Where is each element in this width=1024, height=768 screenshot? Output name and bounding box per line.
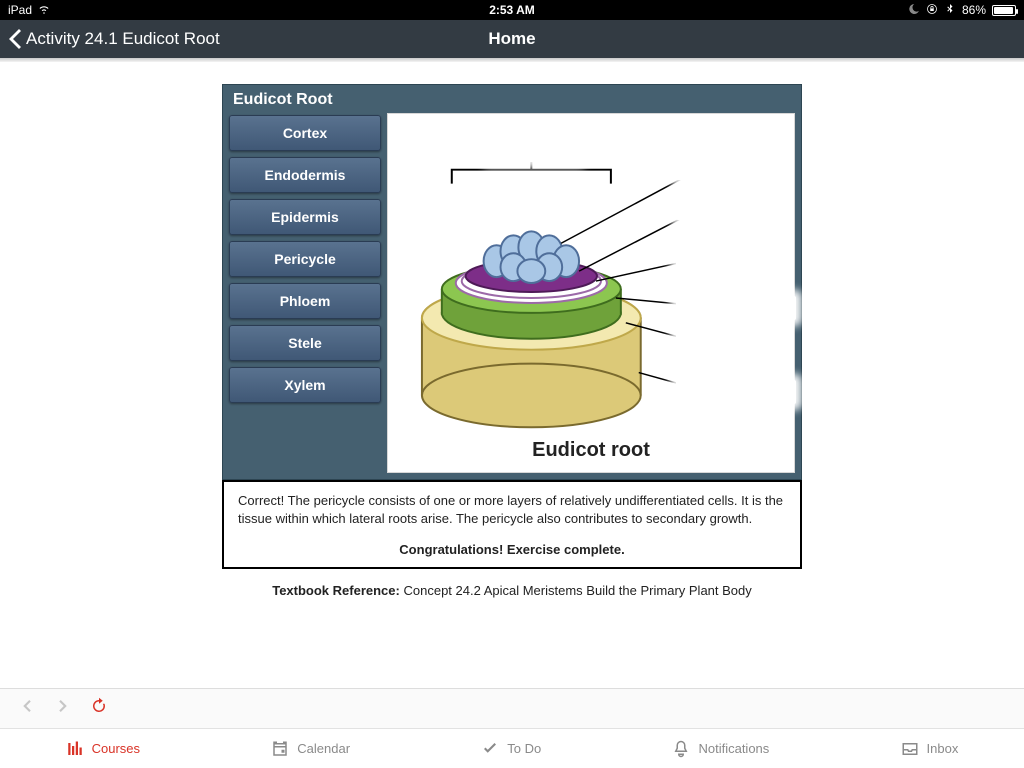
diagram-panel: Eudicot root xyxy=(387,113,795,473)
tab-inbox-label: Inbox xyxy=(927,741,959,756)
courses-icon xyxy=(66,740,84,758)
term-pericycle[interactable]: Pericycle xyxy=(229,241,381,277)
browser-forward-button[interactable] xyxy=(54,697,72,720)
drop-target-stele[interactable] xyxy=(488,138,580,162)
feedback-box: Correct! The pericycle consists of one o… xyxy=(222,480,802,569)
browser-reload-button[interactable] xyxy=(90,697,108,720)
tab-todo[interactable]: To Do xyxy=(481,740,541,758)
term-epidermis[interactable]: Epidermis xyxy=(229,199,381,235)
term-phloem[interactable]: Phloem xyxy=(229,283,381,319)
chevron-right-icon xyxy=(54,697,72,715)
chevron-left-icon xyxy=(18,697,36,715)
inbox-icon xyxy=(901,740,919,758)
reference-text: Concept 24.2 Apical Meristems Build the … xyxy=(403,583,751,598)
tab-bar: Courses Calendar To Do Notifications Inb… xyxy=(0,728,1024,768)
drop-target-epidermis[interactable] xyxy=(676,380,796,404)
battery-icon xyxy=(992,5,1016,16)
wifi-icon xyxy=(38,3,50,18)
tab-inbox[interactable]: Inbox xyxy=(901,740,959,758)
drop-target-pericycle[interactable] xyxy=(676,246,768,270)
device-label: iPad xyxy=(8,3,32,17)
tab-todo-label: To Do xyxy=(507,741,541,756)
activity-card: Eudicot Root Cortex Endodermis Epidermis… xyxy=(222,84,802,480)
chevron-left-icon xyxy=(8,29,22,49)
card-title: Eudicot Root xyxy=(223,85,801,113)
content-area: Eudicot Root Cortex Endodermis Epidermis… xyxy=(0,62,1024,688)
tab-courses[interactable]: Courses xyxy=(66,740,140,758)
drop-target-xylem[interactable] xyxy=(676,156,768,180)
back-button[interactable]: Activity 24.1 Eudicot Root xyxy=(0,29,220,49)
nav-bar: Activity 24.1 Eudicot Root Home xyxy=(0,20,1024,58)
battery-percent: 86% xyxy=(962,3,986,17)
bluetooth-icon xyxy=(944,3,956,18)
clock: 2:53 AM xyxy=(489,3,535,17)
feedback-congrats: Congratulations! Exercise complete. xyxy=(238,541,786,559)
browser-toolbar xyxy=(0,688,1024,728)
reference-label: Textbook Reference: xyxy=(272,583,400,598)
drop-target-phloem[interactable] xyxy=(676,196,768,220)
term-cortex[interactable]: Cortex xyxy=(229,115,381,151)
term-endodermis[interactable]: Endodermis xyxy=(229,157,381,193)
tab-notifications[interactable]: Notifications xyxy=(672,740,769,758)
do-not-disturb-icon xyxy=(908,3,920,18)
bell-icon xyxy=(672,740,690,758)
check-icon xyxy=(481,740,499,758)
term-stele[interactable]: Stele xyxy=(229,325,381,361)
calendar-icon xyxy=(271,740,289,758)
drop-target-endodermis[interactable] xyxy=(676,296,796,320)
status-bar: iPad 2:53 AM 86% xyxy=(0,0,1024,20)
tab-calendar[interactable]: Calendar xyxy=(271,740,350,758)
tab-calendar-label: Calendar xyxy=(297,741,350,756)
tab-notifications-label: Notifications xyxy=(698,741,769,756)
feedback-text: Correct! The pericycle consists of one o… xyxy=(238,492,786,527)
tab-courses-label: Courses xyxy=(92,741,140,756)
drop-target-cortex[interactable] xyxy=(676,332,768,356)
rotation-lock-icon xyxy=(926,3,938,18)
term-xylem[interactable]: Xylem xyxy=(229,367,381,403)
diagram-caption: Eudicot root xyxy=(388,439,794,462)
reload-icon xyxy=(90,697,108,715)
textbook-reference: Textbook Reference: Concept 24.2 Apical … xyxy=(222,583,802,598)
term-list: Cortex Endodermis Epidermis Pericycle Ph… xyxy=(223,113,387,479)
page-title: Home xyxy=(488,29,535,49)
browser-back-button[interactable] xyxy=(18,697,36,720)
back-label: Activity 24.1 Eudicot Root xyxy=(26,29,220,49)
